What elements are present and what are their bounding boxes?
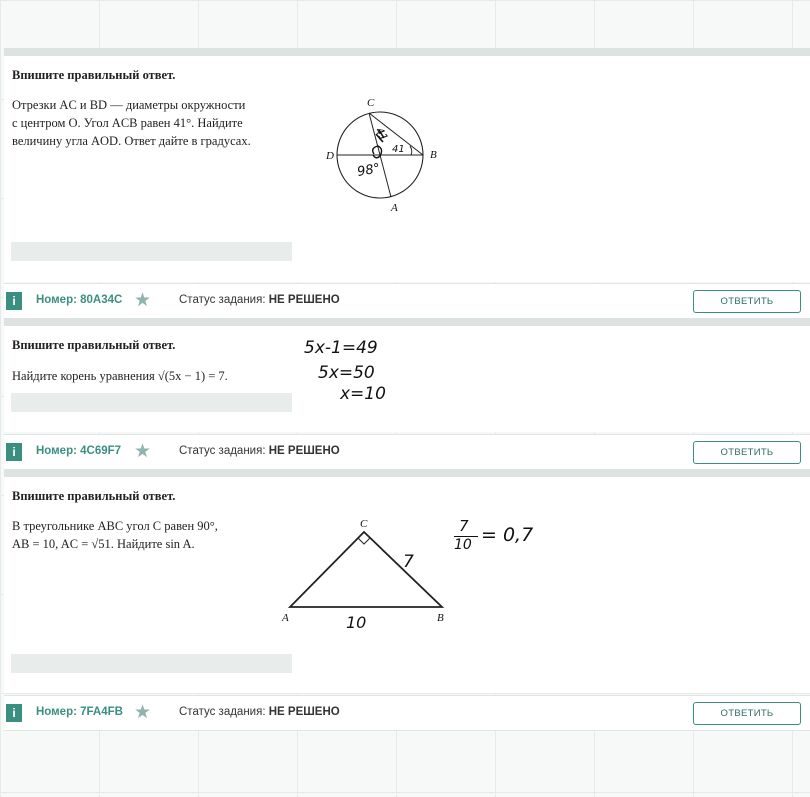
handwritten-step: 5x=50 [318,363,375,383]
task-status: Статус задания: НЕ РЕШЕНО [179,706,340,718]
answer-input[interactable] [11,242,292,261]
fraction-result: = 0,7 [481,524,534,546]
fraction-denominator: 10 [454,537,472,553]
handwritten-step: 5x-1=49 [304,338,378,358]
handwritten-side: 10 [346,613,366,630]
label-b: B [430,149,437,161]
star-icon[interactable]: ★ [134,701,151,724]
task-text-line: В треугольнике ABC угол C равен 90°, [12,519,218,533]
card-top-bar [4,469,810,477]
handwritten-side: 7 [403,552,414,572]
handwritten-angle: 41 [392,144,405,155]
task-status: Статус задания: НЕ РЕШЕНО [179,294,340,306]
info-icon[interactable]: i [6,292,22,310]
task-text-line: с центром O. Угол ACB равен 41°. Найдите [12,116,243,130]
task-text: Найдите корень уравнения √(5x − 1) = 7. [12,369,228,383]
task-text-line: Отрезки AC и BD — диаметры окружности [12,98,246,112]
triangle-figure: C A B 7 10 [281,518,445,630]
task-card-2: Впишите правильный ответ. Найдите корень… [4,318,810,432]
answer-button[interactable]: ОТВЕТИТЬ [693,290,801,313]
label-a: A [281,612,289,624]
card-top-bar [4,318,810,326]
task-number: Номер: 4C69F7 [36,445,122,457]
info-icon[interactable]: i [6,443,22,461]
task-text-line: величину угла AOD. Ответ дайте в градуса… [12,134,251,148]
fraction-numerator: 7 [459,517,469,535]
task-card-1: Впишите правильный ответ. Отрезки AC и B… [4,48,810,282]
star-icon[interactable]: ★ [134,289,151,312]
task-text-line: AB = 10, AC = √51. Найдите sin A. [12,537,195,551]
task-footer-1: i Номер: 80A34C ★ Статус задания: НЕ РЕШ… [4,283,810,319]
answer-input[interactable] [11,654,292,673]
answer-button[interactable]: ОТВЕТИТЬ [693,441,801,464]
task-text: В треугольнике ABC угол C равен 90°, AB … [12,517,218,553]
task-text: Отрезки AC и BD — диаметры окружности с … [12,96,251,150]
task-title: Впишите правильный ответ. [12,338,176,352]
circle-figure: C D B A 41 41 98° [325,97,437,214]
task-title: Впишите правильный ответ. [12,489,176,503]
task-number: Номер: 80A34C [36,294,123,306]
handwritten-angle: 98° [356,161,381,180]
task-status: Статус задания: НЕ РЕШЕНО [179,445,340,457]
label-c: C [360,518,368,530]
label-b: B [437,612,444,624]
task-footer-3: i Номер: 7FA4FB ★ Статус задания: НЕ РЕШ… [4,695,810,731]
label-a: A [390,202,398,214]
label-c: C [367,97,375,109]
task-title: Впишите правильный ответ. [12,68,176,82]
task-number: Номер: 7FA4FB [36,706,123,718]
task-footer-2: i Номер: 4C69F7 ★ Статус задания: НЕ РЕШ… [4,434,810,470]
card-top-bar [4,48,810,56]
answer-input[interactable] [11,393,292,412]
task-card-3: Впишите правильный ответ. В треугольнике… [4,469,810,693]
answer-button[interactable]: ОТВЕТИТЬ [693,702,801,725]
info-icon[interactable]: i [6,704,22,722]
label-d: D [325,150,334,162]
star-icon[interactable]: ★ [134,440,151,463]
handwritten-step: x=10 [340,384,386,404]
